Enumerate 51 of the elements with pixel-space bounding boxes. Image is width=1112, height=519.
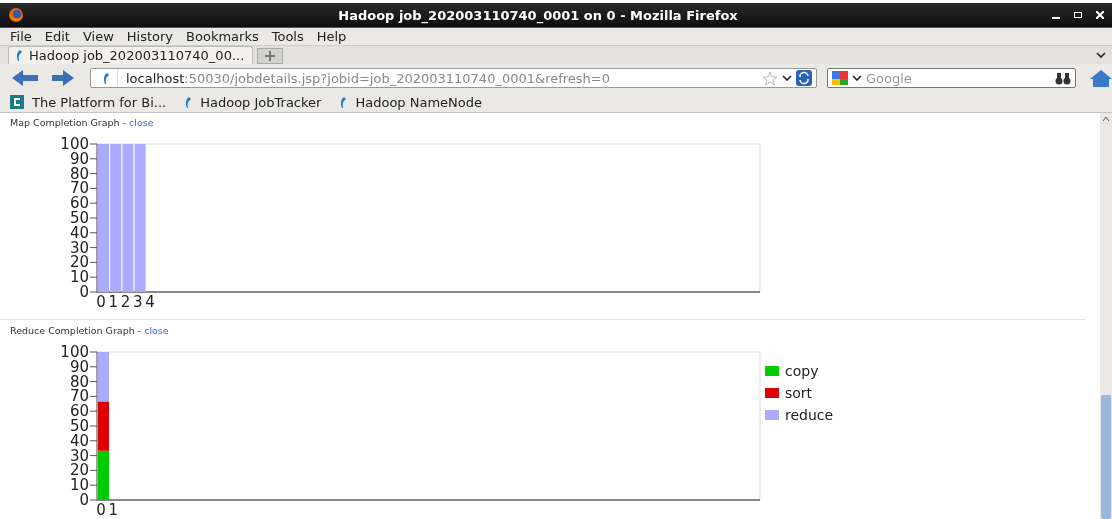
x-tick-label: 0 [96,501,106,519]
star-icon[interactable] [762,70,778,86]
reload-icon[interactable] [796,70,812,86]
browser-logo-icon [8,7,24,23]
x-tick-label: 3 [132,293,143,311]
menu-item[interactable]: History [126,29,179,44]
legend-label: reduce [785,407,834,423]
search-field[interactable]: Google [827,68,1076,88]
feather-icon [102,71,110,85]
legend-label: sort [785,385,813,401]
new-tab-button[interactable] [257,48,284,64]
chevron-down-icon [852,75,862,81]
close-icon[interactable] [1096,11,1104,19]
graph-title: Map Completion Graph - [10,117,127,128]
x-tick-label: 0 [96,293,106,311]
window-title: Hadoop job_202003110740_0001 on 0 - Mozilla Firefox [337,7,739,23]
browser-tab[interactable]: Hadoop job_202003110740_00... [8,46,254,64]
menu-item[interactable]: Edit [44,29,75,44]
y-tick-label: 0 [79,491,89,509]
menu-item[interactable]: View [82,29,119,44]
menu-item[interactable]: Tools [271,29,309,44]
x-tick-label: 4 [145,293,155,311]
feather-icon [15,49,23,62]
binoculars-icon[interactable] [1055,71,1071,85]
close-link[interactable]: close [144,325,169,336]
legend-label: copy [785,363,819,379]
x-tick-label: 2 [120,293,131,311]
bookmark-square-icon [10,95,24,109]
menu-item[interactable]: File [10,29,37,44]
search-engine-icon [832,71,848,85]
feather-icon [339,95,348,109]
chevron-down-icon[interactable] [1096,52,1106,58]
bookmark-link[interactable]: Hadoop NameNode [355,94,482,110]
chevron-down-icon[interactable] [782,75,792,81]
maximize-icon[interactable] [1074,11,1082,19]
feather-icon [184,95,193,109]
close-link[interactable]: close [129,117,154,128]
bookmark-link[interactable]: The Platform for Bi... [32,94,167,110]
menu-item[interactable]: Bookmarks [186,29,264,44]
plus-icon [265,51,276,61]
address-bar[interactable]: localhost:50030/jobdetails.jsp?jobid=job_202003110740_0001&refresh=0 [90,68,817,88]
menu-item[interactable]: Help [316,29,352,44]
x-tick-label: 1 [108,501,119,519]
url-text: localhost:50030/jobdetails.jsp?jobid=job_202003110740_0001&refresh=0 [126,70,610,86]
x-tick-label: 1 [108,293,119,311]
graph-title: Reduce Completion Graph - [10,325,142,336]
back-arrow-icon[interactable] [12,70,38,86]
forward-arrow-icon[interactable] [52,70,74,86]
bookmark-link[interactable]: Hadoop JobTracker [200,94,322,110]
y-tick-label: 0 [79,283,89,301]
home-icon[interactable] [1090,69,1112,87]
